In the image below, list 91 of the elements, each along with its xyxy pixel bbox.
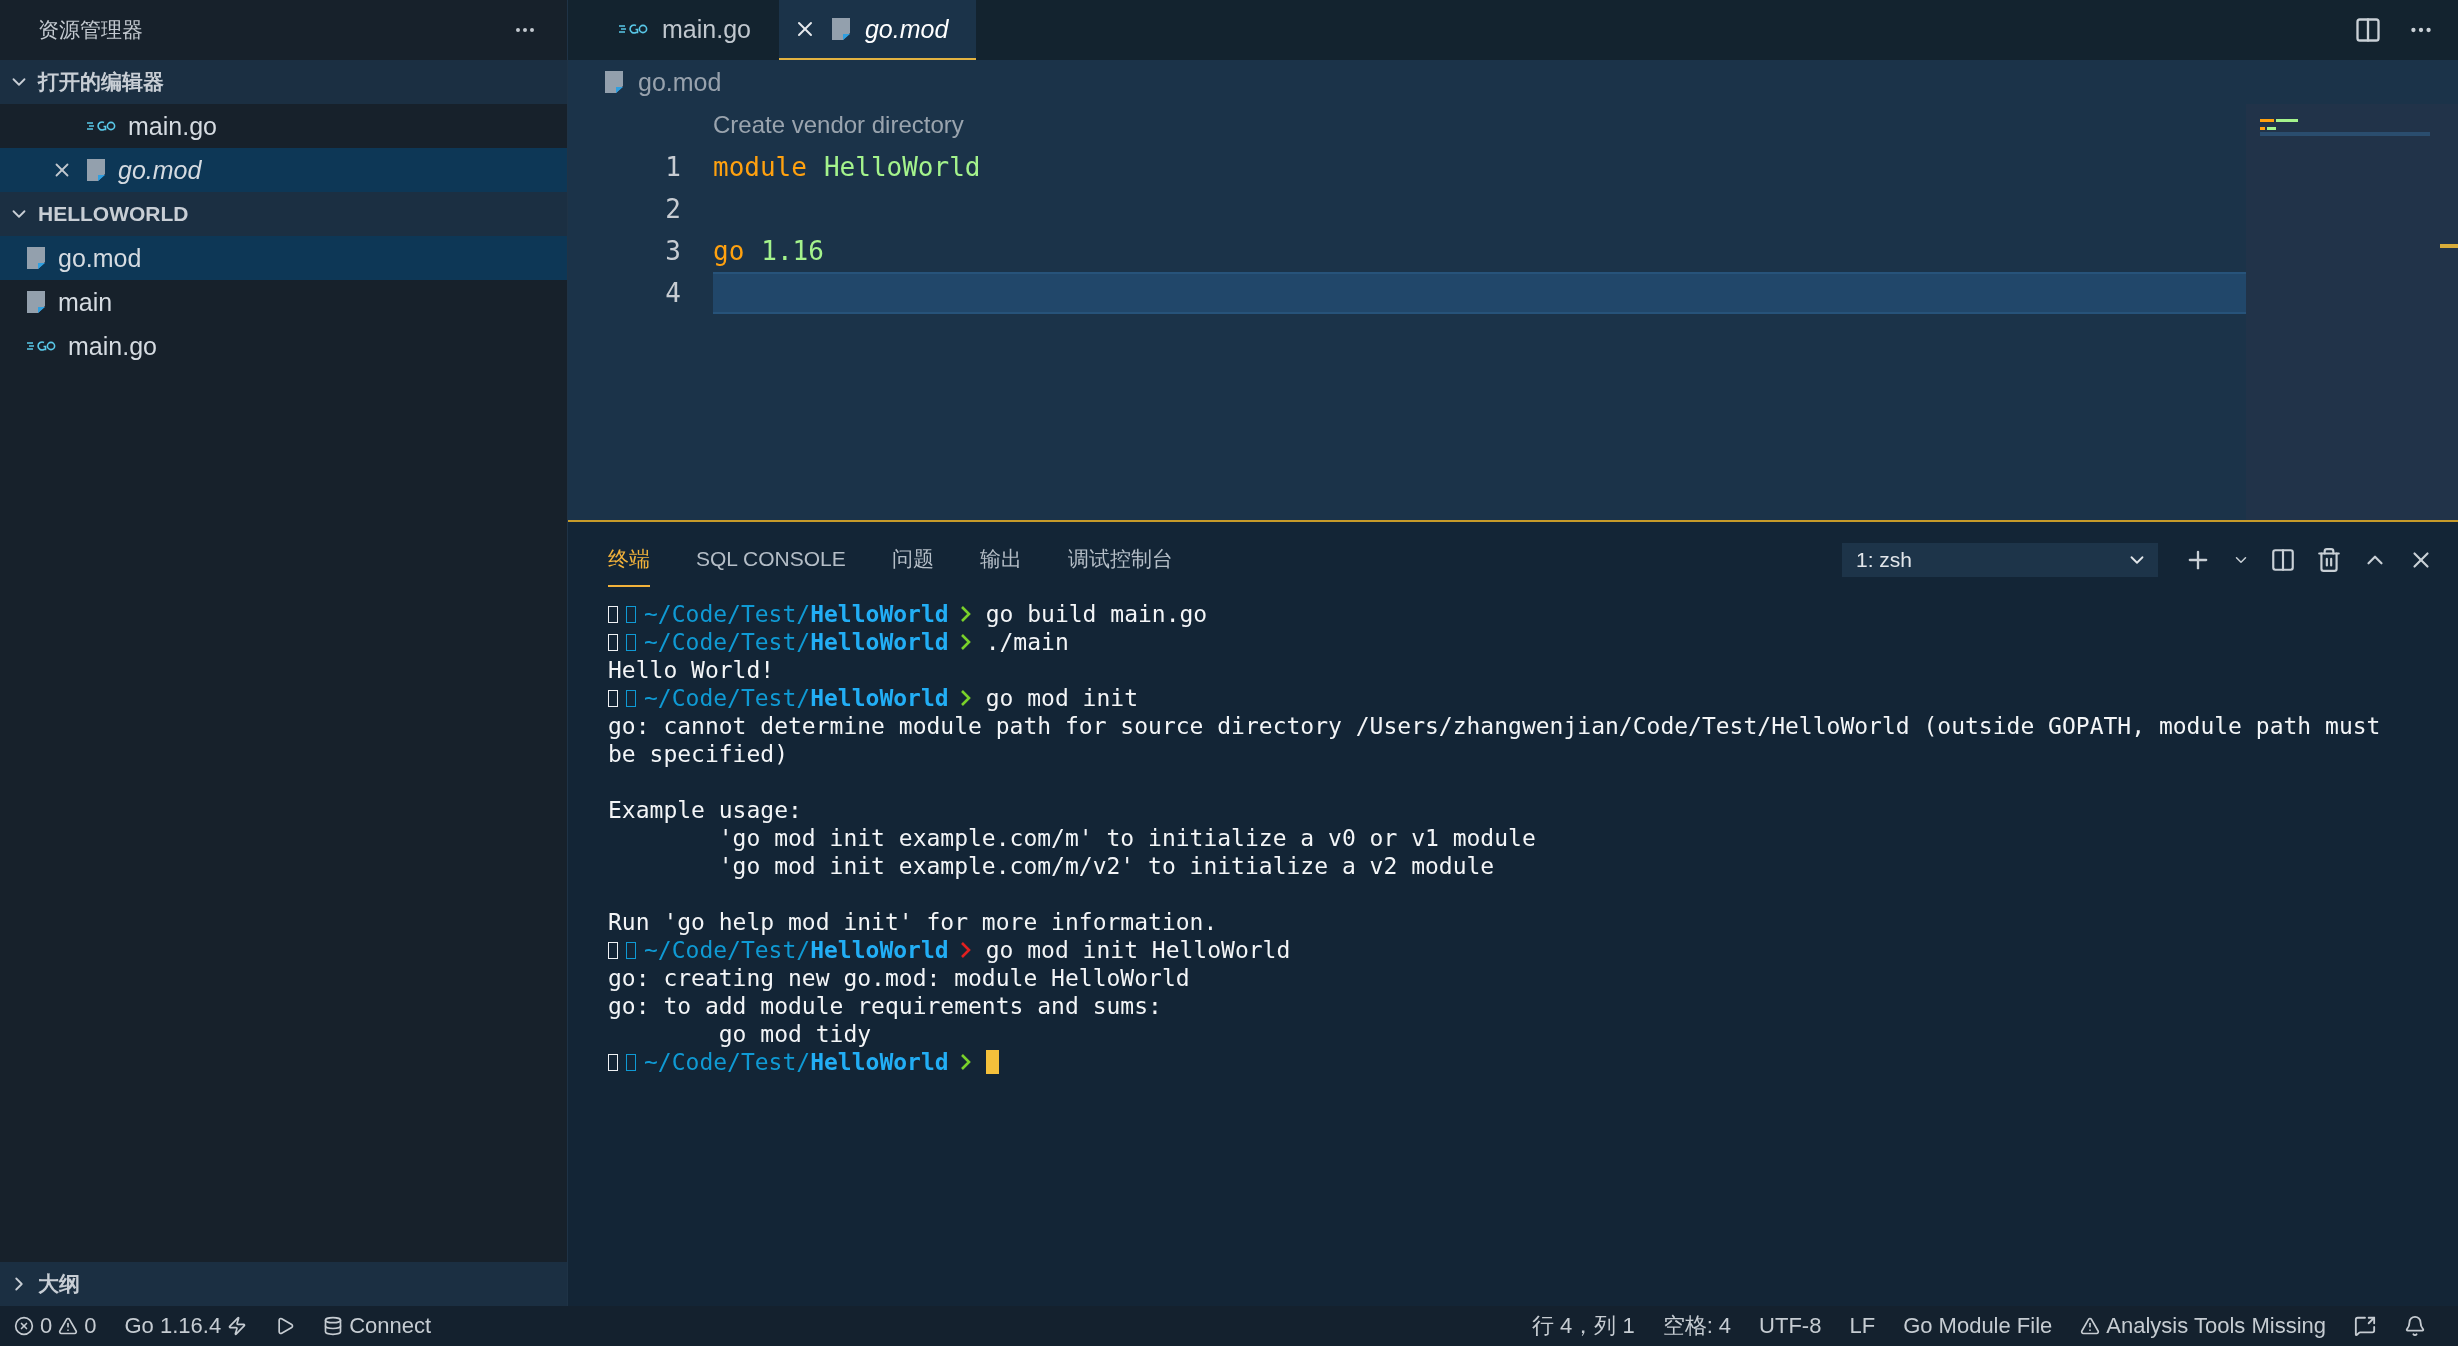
breadcrumb[interactable]: go.mod (638, 67, 722, 97)
file-item[interactable]: main.go (0, 104, 567, 148)
glyph-icon (626, 941, 636, 959)
panel-tab[interactable]: 问题 (891, 533, 934, 587)
go-file-icon (86, 119, 116, 133)
glyph-icon (608, 633, 618, 651)
terminal-output: go mod tidy (717, 1020, 872, 1048)
go-file-icon (26, 339, 56, 353)
glyph-icon (626, 689, 636, 707)
terminal-output: Run 'go help mod init' for more information. (608, 908, 1218, 936)
file-item[interactable]: main.go (0, 324, 567, 368)
file-item[interactable]: main (0, 280, 567, 324)
prompt-dir: HelloWorld (810, 684, 949, 712)
line-number: 4 (664, 277, 682, 310)
terminal-output: go: to add module requirements and sums: (608, 992, 1162, 1020)
terminal-output: 'go mod init example.com/m/v2' to initialize a v2 module (717, 852, 1495, 880)
glyph-icon (608, 941, 618, 959)
warning-icon (2080, 1316, 2101, 1336)
line-number: 1 (664, 151, 682, 184)
terminal-output: be specified) (608, 740, 788, 768)
glyph-icon (608, 689, 618, 707)
terminal-command: go mod init (985, 684, 1138, 712)
status-item[interactable]: 空格: 4 (1648, 1306, 1746, 1346)
prompt-path: ~/Code/Test/ (644, 1048, 811, 1076)
section-header[interactable]: 打开的编辑器 (0, 60, 567, 104)
terminal-select[interactable]: 1: zsh (1842, 543, 2158, 577)
terminal-command: go mod init HelloWorld (985, 936, 1291, 964)
terminal-output: 'go mod init example.com/m' to initialize a v0 or v1 module (717, 824, 1536, 852)
file-icon (604, 70, 624, 94)
prompt-path: ~/Code/Test/ (644, 600, 811, 628)
prompt-dir: HelloWorld (810, 936, 949, 964)
codelens-link[interactable]: Create vendor directory (713, 104, 964, 146)
go-file-icon (618, 22, 648, 36)
prompt-dir: HelloWorld (810, 628, 949, 656)
outline-header[interactable]: 大纲 (0, 1262, 567, 1306)
terminal-output: go: cannot determine module path for source directory /Users/zhangwenjian/Code/Test/HelloWorld (outside GOPATH, module path must (608, 712, 2381, 740)
file-icon (26, 246, 46, 270)
connect-status[interactable]: Connect (309, 1306, 446, 1346)
terminal-command: ./main (985, 628, 1069, 656)
code-token: go (713, 236, 745, 266)
line-number: 3 (664, 235, 682, 268)
feedback-icon (2354, 1315, 2376, 1337)
prompt-dir: HelloWorld (810, 1048, 949, 1076)
terminal-cursor (985, 1050, 999, 1074)
warning-icon (58, 1316, 79, 1336)
code-token: HelloWorld (823, 152, 981, 182)
prompt-path: ~/Code/Test/ (644, 628, 811, 656)
terminal-output: Example usage: (608, 796, 802, 824)
code-token: 1.16 (761, 236, 824, 266)
database-icon (323, 1316, 344, 1336)
bell-icon (2404, 1315, 2426, 1337)
trash-icon[interactable] (2316, 547, 2342, 573)
prompt-dir: HelloWorld (810, 600, 949, 628)
problems-status[interactable]: 0 0 (0, 1306, 111, 1346)
prompt-path: ~/Code/Test/ (644, 936, 811, 964)
editor-tab[interactable]: main.go (618, 0, 779, 60)
status-item[interactable]: Go Module File (1889, 1306, 2067, 1346)
error-icon (14, 1316, 34, 1336)
status-item[interactable]: 行 4，列 1 (1517, 1306, 1649, 1346)
file-icon (26, 290, 46, 314)
prompt-path: ~/Code/Test/ (644, 684, 811, 712)
panel-tab[interactable]: 调试控制台 (1067, 533, 1173, 587)
editor-tab[interactable]: go.mod (778, 0, 977, 60)
run-icon (275, 1316, 296, 1336)
glyph-icon (626, 633, 636, 651)
section-header[interactable]: HELLOWORLD (0, 192, 567, 236)
file-icon (86, 158, 106, 182)
glyph-icon (608, 1053, 618, 1071)
file-item[interactable]: go.mod (0, 236, 567, 280)
split-editor-icon[interactable] (2354, 16, 2382, 44)
terminal-command: go build main.go (985, 600, 1208, 628)
file-item[interactable]: go.mod (0, 148, 567, 192)
bolt-icon (227, 1316, 248, 1336)
status-item[interactable]: UTF-8 (1745, 1306, 1836, 1346)
ruler-mark (2440, 244, 2458, 248)
panel-tab[interactable]: 输出 (979, 533, 1022, 587)
glyph-icon (626, 1053, 636, 1071)
status-item[interactable]: LF (1835, 1306, 1890, 1346)
terminal-output: go: creating new go.mod: module HelloWorld (608, 964, 1190, 992)
panel-tab[interactable]: SQL CONSOLE (696, 535, 846, 585)
go-version-status[interactable]: Go 1.16.4 (110, 1306, 262, 1346)
sidebar-title: 资源管理器 (38, 17, 143, 43)
terminal-output: Hello World! (608, 656, 775, 684)
line-number: 2 (664, 193, 682, 226)
file-icon (830, 17, 851, 41)
panel-tab[interactable]: 终端 (608, 533, 650, 587)
code-token: module (713, 152, 807, 182)
glyph-icon (626, 605, 636, 623)
split-terminal-icon[interactable] (2270, 547, 2296, 573)
glyph-icon (608, 605, 618, 623)
status-item[interactable]: Analysis Tools Missing (2066, 1306, 2340, 1346)
